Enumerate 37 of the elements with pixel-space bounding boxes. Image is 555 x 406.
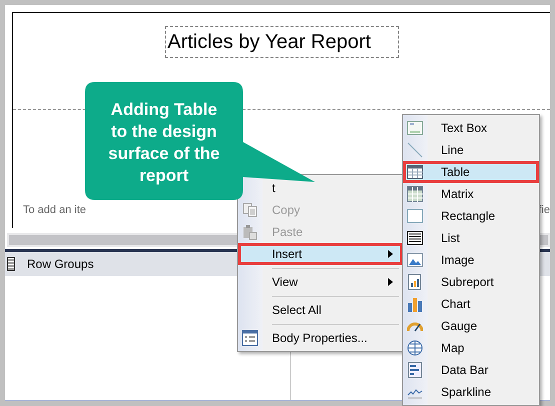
menu-item[interactable]: Map xyxy=(403,337,539,359)
report-title[interactable]: Articles by Year Report xyxy=(164,26,398,58)
submenu-arrow-icon xyxy=(388,278,393,286)
menu-item[interactable]: Select All xyxy=(238,299,403,327)
menu-item[interactable]: List xyxy=(403,227,539,249)
menu-item[interactable]: Table xyxy=(403,161,539,183)
menu-item[interactable]: Matrix xyxy=(403,183,539,205)
menu-item[interactable]: Image xyxy=(403,249,539,271)
databar-icon xyxy=(407,362,423,378)
hint-text: To add an ite xyxy=(23,204,86,216)
clipboard-icon xyxy=(242,224,258,240)
properties-icon xyxy=(242,330,258,346)
menu-item[interactable]: Line xyxy=(403,139,539,161)
map-icon xyxy=(407,340,423,356)
table-icon xyxy=(407,164,423,180)
rectangle-icon xyxy=(407,208,423,224)
chart-icon xyxy=(407,296,423,312)
menu-item[interactable]: Subreport xyxy=(403,271,539,293)
image-icon xyxy=(407,252,423,268)
line-icon xyxy=(407,142,423,158)
textbox-icon xyxy=(407,120,423,136)
row-groups-label: Row Groups xyxy=(27,257,94,271)
list-icon xyxy=(7,257,15,271)
menu-item[interactable]: Data Bar xyxy=(403,359,539,381)
callout-text: Adding Table to the design surface of the report xyxy=(107,99,221,187)
menu-item[interactable]: Text Box xyxy=(403,117,539,139)
submenu-arrow-icon xyxy=(388,250,393,258)
menu-item[interactable]: Chart xyxy=(403,293,539,315)
menu-item[interactable]: Body Properties... xyxy=(238,327,403,349)
menu-item[interactable]: Gauge xyxy=(403,315,539,337)
menu-item[interactable]: Sparkline xyxy=(403,381,539,403)
matrix-icon xyxy=(407,186,423,202)
subreport-icon xyxy=(407,274,423,290)
copy-icon xyxy=(242,202,258,218)
menu-item[interactable]: View xyxy=(238,271,403,299)
menu-item[interactable]: Rectangle xyxy=(403,205,539,227)
list-icon xyxy=(407,230,423,246)
